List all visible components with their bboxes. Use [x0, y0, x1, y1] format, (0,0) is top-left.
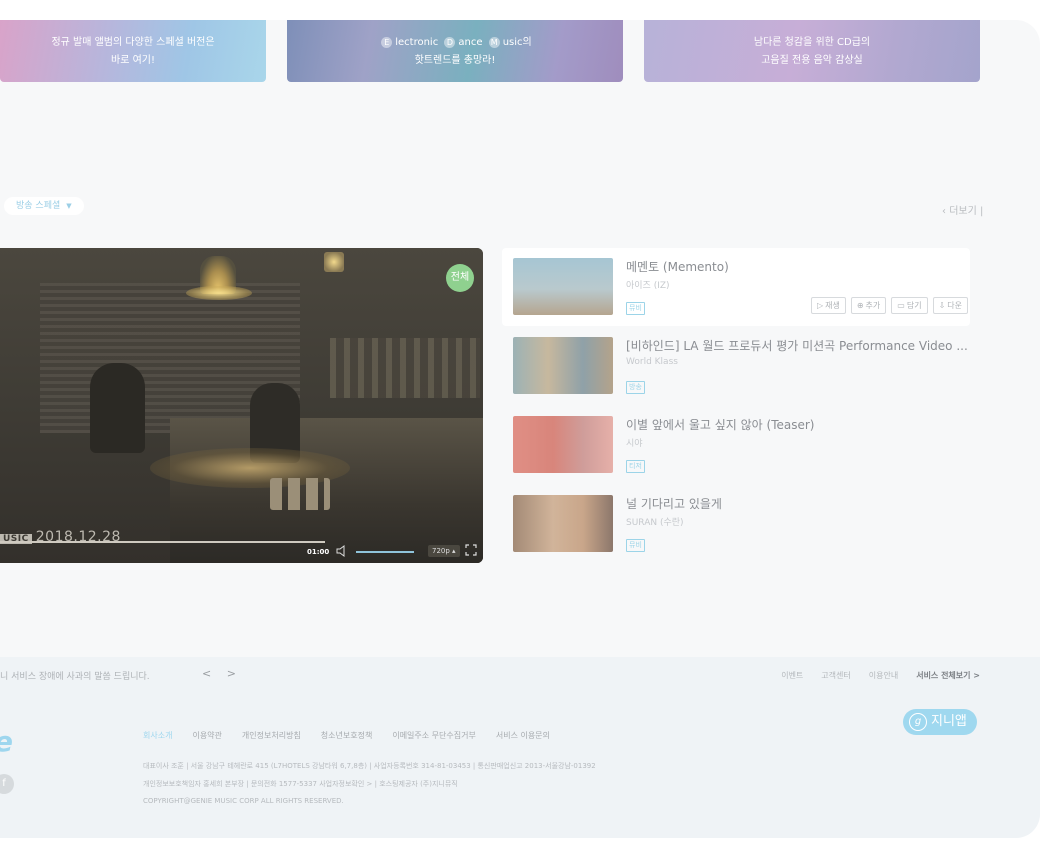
plus-icon: ⊕ — [856, 301, 864, 310]
separator: | — [976, 206, 984, 217]
banner-text-line2: 핫트렌드를 총망라! — [414, 55, 496, 66]
scene-person — [90, 363, 145, 453]
banner-hq-audio[interactable]: 남다른 청감을 위한 CD급의 고음질 전용 음악 감상실 — [644, 20, 980, 82]
save-button[interactable]: ▭ 담기 — [891, 297, 928, 314]
quality-selector[interactable]: 720p ▴ — [428, 545, 460, 557]
folder-icon: ▭ — [897, 301, 905, 310]
video-artist[interactable]: 시야 — [626, 436, 643, 449]
menu-terms[interactable]: 이용약관 — [192, 730, 221, 741]
video-thumbnail[interactable] — [513, 416, 613, 473]
volume-slider[interactable] — [356, 551, 414, 553]
company-info: 개인정보보호책임자 홍세희 본부장 | 문의전화 1577-5337 사업자정보… — [143, 780, 458, 788]
banner-text-line1: 정규 발매 앨범의 다양한 스페셜 버전은 — [51, 37, 215, 48]
genie-app-button[interactable]: g 지니앱 — [903, 709, 977, 735]
seek-bar[interactable] — [0, 541, 325, 543]
video-thumbnail[interactable] — [513, 258, 613, 315]
banner-word: usic의 — [502, 37, 532, 48]
scene-lamp-glow — [186, 286, 252, 300]
video-list: 메멘토 (Memento) 아이즈 (IZ) 뮤비 ▷ 재생 ⊕ 추가 ▭ 담기 ⇩ 다… — [502, 248, 970, 564]
all-services-link[interactable]: 서비스 전체보기 > — [916, 670, 980, 681]
video-artist[interactable]: World Klass — [626, 357, 678, 367]
video-type-tag: 뮤비 — [626, 539, 645, 552]
video-frame — [0, 248, 483, 563]
video-actions: ▷ 재생 ⊕ 추가 ▭ 담기 ⇩ 다운 — [810, 297, 968, 314]
letter-badge: E — [381, 37, 393, 48]
list-item[interactable]: 메멘토 (Memento) 아이즈 (IZ) 뮤비 ▷ 재생 ⊕ 추가 ▭ 담기 ⇩ 다… — [502, 248, 970, 326]
player-controls: 01:00 720p ▴ — [0, 541, 483, 563]
menu-email[interactable]: 이메일주소 무단수집거부 — [392, 730, 476, 741]
banner-word: ance — [458, 37, 483, 48]
volume-icon[interactable] — [336, 545, 350, 557]
company-info: 대표이사 조훈 | 서울 강남구 테헤란로 415 (L7HOTELS 강남타워… — [143, 762, 596, 770]
dropdown-label: 방송 스페셜 — [16, 201, 61, 211]
list-item[interactable]: 이별 앞에서 울고 싶지 않아 (Teaser) 시야 티저 — [502, 406, 970, 484]
video-type-tag: 방송 — [626, 381, 645, 394]
banner-text-line2: 고음질 전용 음악 감상실 — [761, 55, 863, 66]
app-label: 지니앱 — [931, 714, 967, 729]
download-icon: ⇩ — [938, 301, 946, 310]
current-time: 01:00 — [307, 548, 330, 556]
site-footer: 니 서비스 장애에 사과의 말씀 드립니다. < > 이벤트 고객센터 이용안내… — [0, 657, 1040, 838]
menu-inquiry[interactable]: 서비스 이용문의 — [496, 730, 550, 741]
save-label: 담기 — [906, 301, 922, 310]
list-item[interactable]: [비하인드] LA 월드 프로듀서 평가 미션곡 Performance Vid… — [502, 327, 970, 405]
footer-link-event[interactable]: 이벤트 — [781, 670, 803, 681]
page-container: 정규 발매 앨범의 다양한 스페셜 버전은 바로 여기! Electronic … — [0, 20, 1040, 838]
footer-link-support[interactable]: 고객센터 — [821, 670, 850, 681]
more-link[interactable]: ‹ 더보기 | — [942, 202, 983, 217]
chevron-down-icon: ▼ — [66, 202, 72, 210]
video-title[interactable]: [비하인드] LA 월드 프로듀서 평가 미션곡 Performance Vid… — [626, 337, 968, 354]
video-player[interactable]: 전체 USIC 2018.12.28 01:00 720p ▴ — [0, 248, 483, 563]
menu-company[interactable]: 회사소개 — [143, 730, 172, 741]
notice-pager[interactable]: < > — [202, 667, 242, 680]
banner-word: lectronic — [395, 37, 439, 48]
notice-text[interactable]: 니 서비스 장애에 사과의 말씀 드립니다. — [0, 669, 150, 682]
banner-text-line2: 바로 여기! — [111, 55, 155, 66]
fullscreen-icon[interactable] — [465, 544, 477, 556]
play-button[interactable]: ▷ 재생 — [810, 297, 846, 314]
menu-privacy[interactable]: 개인정보처리방침 — [242, 730, 301, 741]
video-title[interactable]: 이별 앞에서 울고 싶지 않아 (Teaser) — [626, 416, 814, 433]
video-type-tag: 티저 — [626, 460, 645, 473]
copyright: COPYRIGHT@GENIE MUSIC CORP ALL RIGHTS RE… — [143, 797, 344, 805]
more-label: 더보기 — [949, 206, 977, 217]
scene-shelf — [330, 338, 480, 398]
footer-links: 이벤트 고객센터 이용안내 서비스 전체보기 > — [781, 670, 980, 681]
download-label: 다운 — [947, 301, 962, 310]
play-icon: ▷ — [816, 301, 824, 310]
add-label: 추가 — [865, 301, 881, 310]
scene-lamp — [324, 252, 344, 272]
scene-cups — [270, 478, 330, 510]
quality-label: 720p — [432, 547, 450, 555]
download-button[interactable]: ⇩ 다운 — [932, 297, 968, 314]
menu-youth[interactable]: 청소년보호정책 — [321, 730, 373, 741]
video-title[interactable]: 널 기다리고 있을게 — [626, 495, 722, 512]
category-dropdown[interactable]: 방송 스페셜 ▼ — [4, 197, 84, 215]
video-artist[interactable]: SURAN (수란) — [626, 515, 684, 528]
genie-app-icon: g — [909, 713, 927, 731]
add-button[interactable]: ⊕ 추가 — [850, 297, 887, 314]
banner-edm[interactable]: Electronic Dance Music의 핫트렌드를 총망라! — [287, 20, 623, 82]
video-thumbnail[interactable] — [513, 337, 613, 394]
letter-badge: M — [488, 37, 500, 48]
footer-menu: 회사소개 이용약관 개인정보처리방침 청소년보호정책 이메일주소 무단수집거부 … — [143, 730, 550, 741]
footer-link-guide[interactable]: 이용안내 — [869, 670, 898, 681]
play-label: 재생 — [825, 301, 840, 310]
banner-text-line1: 남다른 청감을 위한 CD급의 — [753, 37, 871, 48]
banner-text-line1: Electronic Dance Music의 — [287, 33, 623, 48]
banner-special-album[interactable]: 정규 발매 앨범의 다양한 스페셜 버전은 바로 여기! — [0, 20, 266, 82]
genie-logo[interactable]: e — [0, 725, 13, 758]
video-type-tag: 뮤비 — [626, 302, 645, 315]
list-item[interactable]: 널 기다리고 있을게 SURAN (수란) 뮤비 — [502, 485, 970, 563]
age-rating-badge: 전체 — [446, 264, 474, 292]
facebook-icon[interactable]: f — [0, 774, 14, 794]
video-title[interactable]: 메멘토 (Memento) — [626, 258, 729, 275]
video-artist[interactable]: 아이즈 (IZ) — [626, 278, 670, 291]
video-thumbnail[interactable] — [513, 495, 613, 552]
letter-badge: D — [444, 37, 456, 48]
